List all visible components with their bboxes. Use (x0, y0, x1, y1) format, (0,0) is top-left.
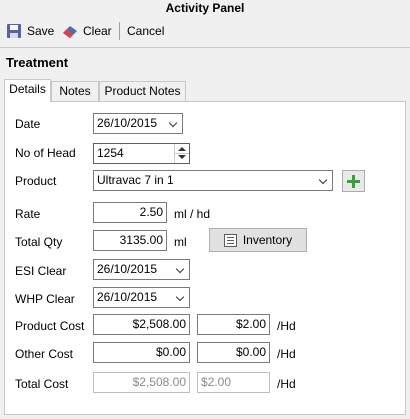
total-qty-input[interactable]: 3135.00 (93, 230, 167, 251)
product-label: Product (15, 174, 57, 188)
product-select[interactable]: Ultravac 7 in 1 (93, 170, 333, 191)
no-of-head-label: No of Head (15, 146, 76, 160)
decrement-icon (178, 155, 186, 159)
rate-label: Rate (15, 207, 41, 221)
product-cost-label: Product Cost (15, 319, 85, 333)
date-value: 26/10/2015 (97, 116, 158, 130)
inventory-icon (223, 233, 237, 247)
other-cost-label: Other Cost (15, 347, 74, 361)
increment-icon (178, 147, 186, 151)
toolbar-divider (119, 22, 120, 40)
rate-input[interactable]: 2.50 (93, 202, 167, 223)
toolbar-divider-line (0, 47, 410, 48)
chevron-down-icon (168, 118, 178, 128)
product-cost-input[interactable]: $2,508.00 (93, 314, 190, 335)
inventory-button[interactable]: Inventory (209, 228, 307, 252)
chevron-down-icon (175, 292, 185, 302)
other-cost-per-head-input[interactable]: $0.00 (197, 342, 270, 363)
section-title: Treatment (6, 55, 69, 70)
no-of-head-stepper[interactable]: 1254 (93, 143, 190, 164)
total-cost-label: Total Cost (15, 377, 69, 391)
chevron-down-icon (318, 175, 328, 185)
save-label: Save (27, 24, 55, 38)
eraser-icon (62, 23, 78, 39)
total-cost-unit: /Hd (277, 377, 296, 391)
inventory-label: Inventory (242, 233, 293, 247)
total-qty-label: Total Qty (15, 235, 63, 249)
toolbar: Save Clear Cancel (0, 19, 410, 45)
product-cost-unit: /Hd (277, 319, 296, 333)
rate-unit: ml / hd (174, 207, 211, 221)
esi-clear-label: ESI Clear (15, 264, 67, 278)
save-button[interactable]: Save (6, 19, 54, 43)
cancel-button[interactable]: Cancel (127, 19, 164, 43)
tab-notes[interactable]: Notes (51, 81, 99, 101)
other-cost-unit: /Hd (277, 347, 296, 361)
chevron-down-icon (175, 264, 185, 274)
tab-product-notes[interactable]: Product Notes (99, 81, 186, 101)
total-qty-unit: ml (174, 235, 187, 249)
total-cost-value: $2,508.00 (93, 372, 190, 393)
whp-clear-picker[interactable]: 26/10/2015 (93, 287, 190, 308)
date-picker[interactable]: 26/10/2015 (93, 113, 183, 134)
whp-clear-label: WHP Clear (15, 292, 75, 306)
whp-clear-value: 26/10/2015 (97, 290, 158, 304)
other-cost-input[interactable]: $0.00 (93, 342, 190, 363)
tab-details[interactable]: Details (4, 79, 51, 102)
product-value: Ultravac 7 in 1 (97, 173, 174, 187)
add-product-button[interactable] (342, 170, 365, 192)
total-cost-per-head-value: $2.00 (197, 372, 270, 393)
product-cost-per-head-input[interactable]: $2.00 (197, 314, 270, 335)
window-title: Activity Panel (165, 1, 245, 15)
clear-button[interactable]: Clear (62, 19, 112, 43)
esi-clear-picker[interactable]: 26/10/2015 (93, 259, 190, 280)
save-icon (6, 23, 22, 39)
no-of-head-value: 1254 (97, 146, 124, 160)
date-label: Date (15, 117, 41, 131)
esi-clear-value: 26/10/2015 (97, 262, 158, 276)
stepper-arrows[interactable] (174, 144, 189, 163)
cancel-label: Cancel (127, 24, 165, 38)
clear-label: Clear (83, 24, 112, 38)
